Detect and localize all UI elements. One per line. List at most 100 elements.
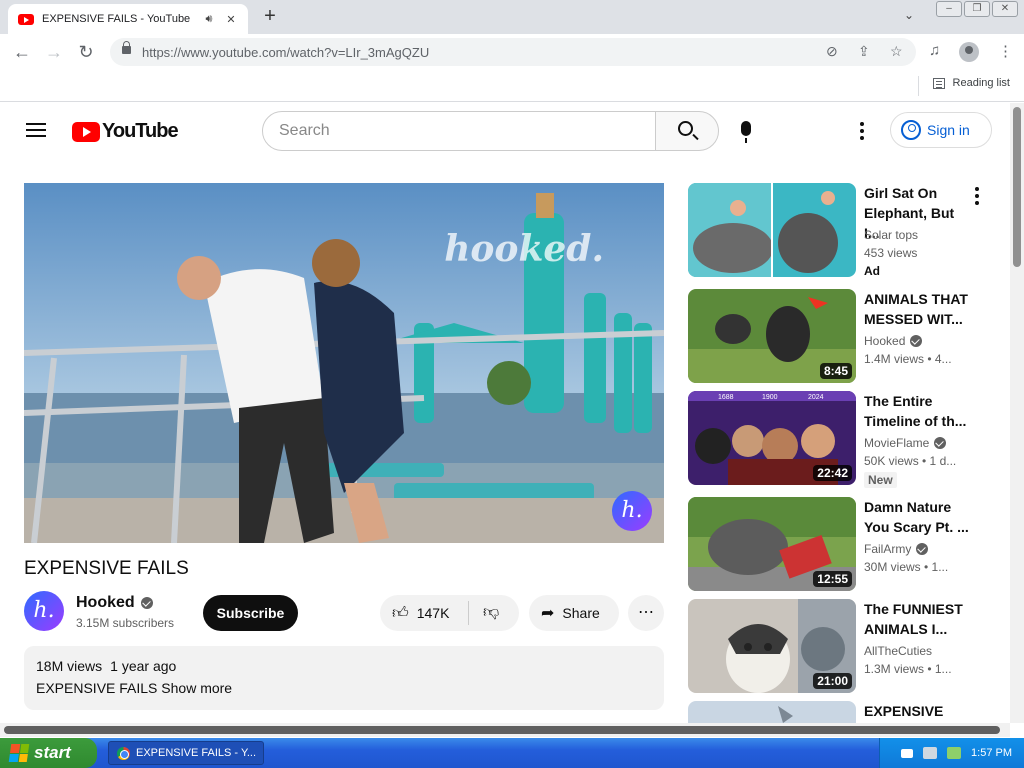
verified-check-icon [934,437,947,449]
new-tab-button[interactable]: + [258,5,282,29]
search-button[interactable] [655,111,719,151]
video-channel: FailArmy [864,542,929,556]
share-arrow-icon: ➦ [541,605,555,622]
youtube-play-logo-icon [72,121,100,142]
video-channel: AllTheCuties [864,644,932,658]
video-thumbnail[interactable] [688,183,856,277]
hamburger-menu-icon[interactable] [26,123,46,137]
video-duration: 8:45 [819,363,852,379]
video-player[interactable]: hooked. h. [24,183,664,543]
video-thumbnail[interactable]: 21:00 [688,599,856,693]
sign-in-label: Sign in [927,122,970,138]
start-button[interactable]: start [0,738,97,768]
window-controls: – ❐ ✕ [936,1,1018,17]
video-title[interactable]: EXPENSIVE [864,701,972,721]
speaker-icon[interactable]: 🔊︎ [202,13,216,26]
settings-more-icon[interactable] [860,122,864,143]
voice-search-mic-icon[interactable] [741,121,751,143]
upload-age: 1 year ago [110,658,177,674]
horizontal-scrollbar[interactable] [0,723,1010,737]
video-meta: 50K views • 1 d... [864,454,957,468]
search-input[interactable]: Search [262,111,656,151]
video-thumbnail[interactable]: 8:45 [688,289,856,383]
verified-check-icon [140,597,153,609]
recommended-video[interactable]: 8:45 ANIMALS THAT MESSED WIT... Hooked 1… [688,289,1008,384]
safely-remove-icon[interactable] [947,747,962,759]
vertical-scrollbar[interactable] [1010,103,1024,723]
like-button[interactable]: 👍︎ 147K [380,595,468,631]
scrollbar-thumb[interactable] [1013,107,1021,267]
tracking-off-icon[interactable]: ⊘ [826,43,838,60]
video-thumbnail[interactable]: 12:55 [688,497,856,591]
close-window-button[interactable]: ✕ [992,1,1018,17]
bookmarks-bar: Reading list [0,70,1024,102]
share-button[interactable]: ➦ Share [529,595,619,631]
channel-label: FailArmy [864,542,912,556]
search-icon [678,121,693,136]
recommended-video[interactable]: Girl Sat On Elephant, But I... Solar top… [688,183,1008,278]
profile-avatar-icon[interactable] [959,42,979,62]
recommended-video[interactable]: 21:00 The FUNNIEST ANIMALS I... AllTheCu… [688,599,1008,694]
dislike-button[interactable]: 👎︎ [469,595,519,631]
search-placeholder: Search [279,122,330,139]
timeline-label: 1688 [718,394,734,401]
back-button[interactable]: ← [10,40,34,64]
address-bar[interactable]: https://www.youtube.com/watch?v=LIr_3mAg… [110,38,916,66]
video-menu-icon[interactable] [975,187,979,208]
maximize-button[interactable]: ❐ [964,1,990,17]
scrollbar-thumb[interactable] [4,726,1000,734]
close-tab-icon[interactable]: ✕ [224,13,238,26]
browser-menu-icon[interactable]: ⋮ [998,42,1013,60]
keyboard-icon[interactable] [901,748,914,758]
clock: 1:57 PM [971,747,1012,759]
video-watermark: hooked. [444,228,604,270]
ad-badge: Ad [864,264,880,278]
sign-in-button[interactable]: Sign in [890,112,992,148]
video-channel: Solar tops [864,228,918,242]
video-thumbnail[interactable] [688,701,856,723]
tab-search-chevron-icon[interactable]: ⌄ [904,8,914,22]
recommended-video[interactable]: 12:55 Damn Nature You Scary Pt. ... Fail… [688,497,1008,592]
subscriber-count: 3.15M subscribers [76,616,175,630]
reading-list-label: Reading list [952,77,1010,89]
system-tray: 1:57 PM [879,738,1024,768]
video-title[interactable]: The Entire Timeline of th... [864,391,972,431]
youtube-logo[interactable]: YouTube [72,120,179,143]
media-control-icon[interactable]: ♫ [929,42,940,59]
more-actions-button[interactable]: ⋯ [628,595,664,631]
reading-list-button[interactable]: Reading list [932,77,1010,89]
browser-tab[interactable]: EXPENSIVE FAILS - YouTube 🔊︎ ✕ [8,4,248,34]
video-thumbnail[interactable]: 1688 1900 2024 22:42 [688,391,856,485]
video-duration: 12:55 [813,571,852,587]
taskbar-window-button[interactable]: EXPENSIVE FAILS - Y... [108,741,264,765]
video-duration: 22:42 [813,465,852,481]
channel-watermark-badge[interactable]: h. [612,491,652,531]
video-title[interactable]: Damn Nature You Scary Pt. ... [864,497,972,537]
recommended-video[interactable]: EXPENSIVE [688,701,1008,723]
description-text: EXPENSIVE FAILS [36,680,158,696]
channel-label: Solar tops [864,228,919,242]
browser-toolbar: ← → ↻ https://www.youtube.com/watch?v=LI… [0,34,1024,70]
show-more-link[interactable]: Show more [161,680,232,696]
recommended-video[interactable]: 1688 1900 2024 22:42 The Entire Timeline o… [688,391,1008,488]
youtube-favicon-icon [18,13,34,25]
channel-avatar[interactable]: h. [24,591,64,631]
video-title[interactable]: ANIMALS THAT MESSED WIT... [864,289,972,329]
video-meta: 30M views • 1... [864,560,949,574]
network-icon[interactable] [923,747,938,759]
forward-button[interactable]: → [42,40,66,64]
reload-button[interactable]: ↻ [74,40,98,64]
share-label: Share [562,605,600,621]
channel-name[interactable]: Hooked [76,594,153,612]
channel-name-text: Hooked [76,594,135,611]
like-dislike-group: 👍︎ 147K 👎︎ [380,595,519,631]
minimize-button[interactable]: – [936,1,962,17]
description-box[interactable]: 18M views 1 year ago EXPENSIVE FAILS Sho… [24,646,664,710]
taskbar-window-label: EXPENSIVE FAILS - Y... [136,747,257,759]
subscribe-button[interactable]: Subscribe [203,595,298,631]
share-page-icon[interactable]: ⇪ [858,43,870,60]
bookmark-star-icon[interactable]: ☆ [890,43,903,60]
video-title[interactable]: The FUNNIEST ANIMALS I... [864,599,972,639]
channel-label: Hooked [864,334,906,348]
url-text: https://www.youtube.com/watch?v=LIr_3mAg… [142,45,430,60]
